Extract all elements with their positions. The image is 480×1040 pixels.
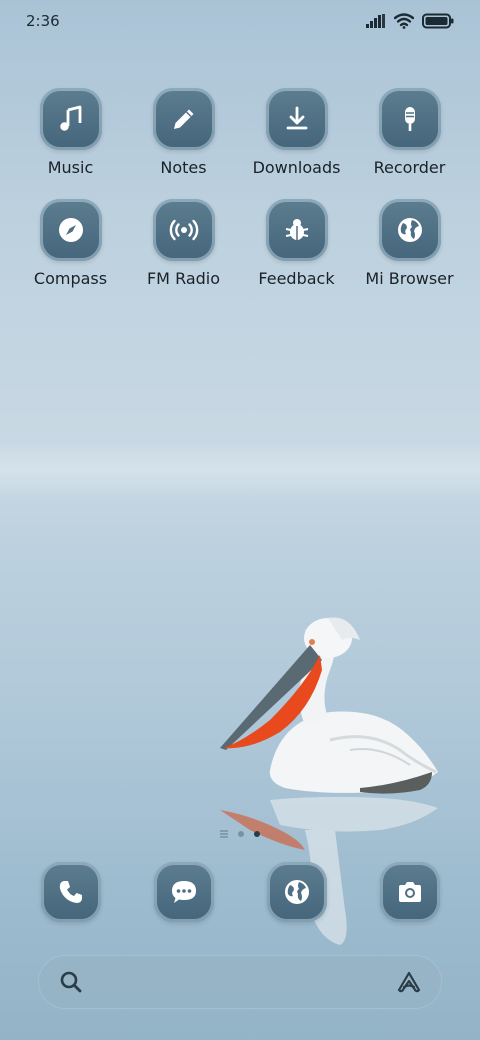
search-icon[interactable] [58,969,84,995]
app-drawer-lines-icon [220,830,228,838]
assistant-icon[interactable] [396,969,422,995]
status-bar: 2:36 [0,0,480,42]
feedback-app-icon[interactable] [265,199,328,261]
app-music[interactable]: Music [14,88,127,177]
status-time: 2:36 [26,12,60,30]
music-note-icon [59,105,81,131]
phone-app-icon[interactable] [40,862,101,922]
pencil-icon [173,109,193,129]
app-compass[interactable]: Compass [14,199,127,288]
app-label: Mi Browser [365,269,454,288]
app-label: Feedback [258,269,335,288]
page-dot-2-active[interactable] [254,831,260,837]
browser-app-icon[interactable] [266,862,327,922]
app-feedback[interactable]: Feedback [240,199,353,288]
radio-icon [169,219,198,241]
app-label: Music [47,158,94,177]
messages-app-icon[interactable] [153,862,214,922]
app-label: FM Radio [146,269,221,288]
wifi-icon [394,13,414,29]
globe-icon [284,880,309,904]
app-label: Downloads [252,158,341,177]
microphone-icon [404,107,415,131]
camera-app-icon[interactable] [379,862,440,922]
status-icons [366,13,454,29]
app-fm-radio[interactable]: FM Radio [127,199,240,288]
app-grid: Music Notes Downloads Recorder Compass F… [14,88,466,288]
page-dot-1[interactable] [238,831,244,837]
app-label: Recorder [373,158,446,177]
app-mi-browser[interactable]: Mi Browser [353,199,466,288]
fm-radio-app-icon[interactable] [152,199,215,261]
compass-app-icon[interactable] [39,199,102,261]
download-icon [286,106,307,130]
app-notes[interactable]: Notes [127,88,240,177]
dock [14,862,466,922]
wallpaper-haze [0,440,480,500]
app-downloads[interactable]: Downloads [240,88,353,177]
music-app-icon[interactable] [39,88,102,150]
app-recorder[interactable]: Recorder [353,88,466,177]
battery-icon [422,13,454,29]
app-label: Notes [160,158,207,177]
notes-app-icon[interactable] [152,88,215,150]
app-label: Compass [33,269,108,288]
dock-messages[interactable] [127,862,240,922]
camera-icon [398,882,421,902]
message-icon [171,881,196,903]
search-bar[interactable] [38,955,442,1009]
compass-icon [58,218,83,242]
page-indicator [0,830,480,838]
phone-icon [59,881,82,903]
dock-browser[interactable] [240,862,353,922]
signal-icon [366,14,385,28]
dock-camera[interactable] [353,862,466,922]
dock-phone[interactable] [14,862,127,922]
bug-icon [285,219,308,240]
mi-browser-app-icon[interactable] [378,199,441,261]
globe-icon [397,218,422,242]
downloads-app-icon[interactable] [265,88,328,150]
recorder-app-icon[interactable] [378,88,441,150]
